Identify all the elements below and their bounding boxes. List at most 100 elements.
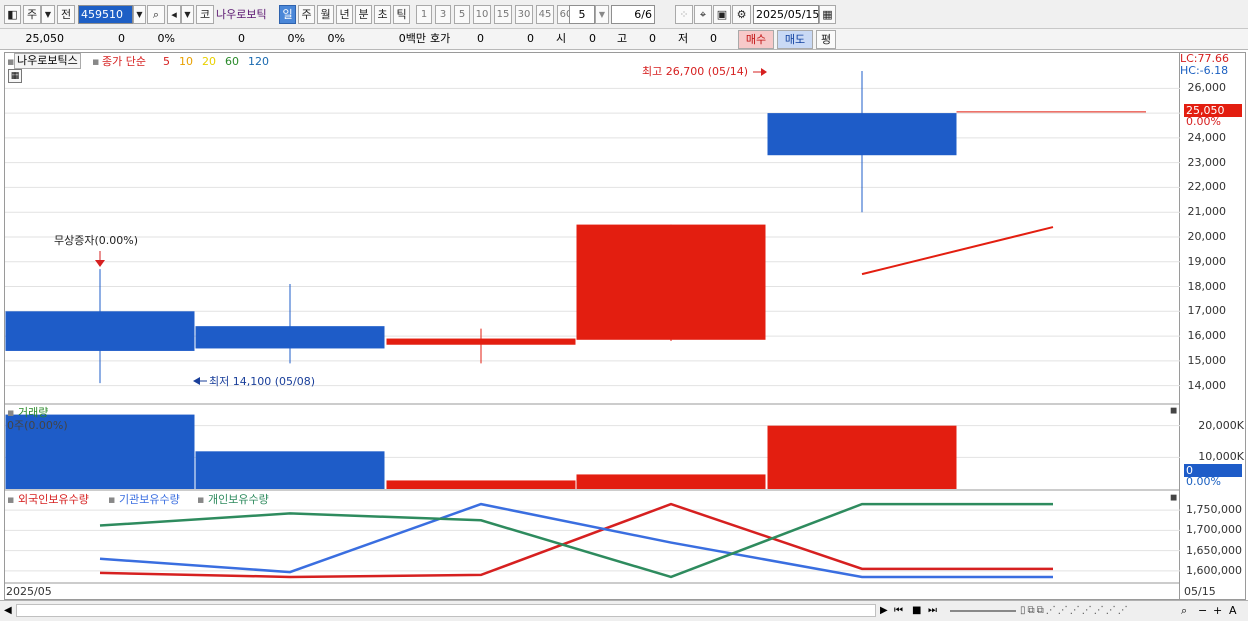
interval-button[interactable]: 45 — [536, 5, 554, 24]
stop-icon[interactable]: ■ — [912, 602, 921, 619]
ma-period-label: 120 — [248, 55, 269, 68]
zoom-in-icon[interactable]: + — [1213, 602, 1222, 619]
price-tick-label: 18,000 — [1187, 279, 1227, 293]
code-dropdown-icon[interactable]: ▼ — [133, 5, 146, 24]
buy-button[interactable]: 매수 — [738, 30, 774, 49]
legend-stock-name[interactable]: 나우로보틱스 — [14, 53, 81, 69]
right-axis: LC:77.66 HC:-6.18 26,00025,00024,00023,0… — [1180, 52, 1246, 600]
pane-maximize-icon[interactable]: ◼ — [1170, 490, 1177, 507]
volume-bar — [195, 451, 385, 489]
interval-button[interactable]: 5 — [454, 5, 470, 24]
volume-bar — [386, 480, 576, 489]
interval-button[interactable]: 30 — [515, 5, 533, 24]
low-label: 저 — [678, 32, 689, 45]
count-input[interactable]: 5 — [569, 5, 595, 24]
period-button[interactable]: 주 — [298, 5, 315, 24]
hoga-value-1: 0 — [477, 32, 484, 45]
period-button[interactable]: 년 — [336, 5, 353, 24]
interval-button[interactable]: 15 — [494, 5, 512, 24]
price-tick-label: 26,000 — [1187, 81, 1227, 95]
high-label: 고 — [617, 32, 628, 45]
price-change: 0 — [118, 32, 125, 45]
interval-button[interactable]: 3 — [435, 5, 451, 24]
period-button[interactable]: 분 — [355, 5, 372, 24]
change-percent: 0% — [157, 32, 175, 45]
zoom-search-icon[interactable]: ⌕ — [1181, 602, 1187, 619]
compare-icon[interactable]: ⁘ — [675, 5, 693, 24]
holding-tick-label: 1,750,000 — [1186, 503, 1242, 517]
zoom-out-icon[interactable]: − — [1198, 602, 1207, 619]
interval-button[interactable]: 10 — [473, 5, 491, 24]
drawing-tools-icons[interactable]: ▯⧉⧉⋰⋰⋰⋰⋰⋰⋰ — [1020, 602, 1130, 619]
hoga-value-2: 0 — [527, 32, 534, 45]
hc-label: HC:-6.18 — [1180, 64, 1229, 77]
rewind-icon[interactable]: ⏮ — [894, 602, 903, 619]
period-button[interactable]: 일 — [279, 5, 296, 24]
type-selector[interactable]: 주 — [23, 5, 41, 24]
market-label[interactable]: 코 — [196, 5, 214, 24]
period-button[interactable]: 틱 — [393, 5, 410, 24]
period-button[interactable]: 월 — [317, 5, 334, 24]
legend-marker-icon: ▪ — [7, 493, 15, 506]
price-tick-label: 20,000 — [1187, 229, 1227, 243]
horizontal-scrollbar[interactable] — [16, 604, 876, 617]
low-value: 0 — [710, 32, 717, 45]
price-tick-label: 14,000 — [1187, 378, 1227, 392]
pane-maximize-icon[interactable]: ◼ — [1170, 403, 1177, 420]
low-arrow-head — [193, 377, 200, 385]
legend-marker-icon: ▪ — [108, 493, 116, 506]
event-marker — [95, 260, 105, 267]
holding-legend-label: 외국인보유수량 — [18, 493, 89, 506]
panel-toggle-icon[interactable]: ◧ — [4, 5, 21, 24]
date-input[interactable]: 2025/05/15 — [753, 5, 819, 24]
candle-body — [195, 326, 385, 349]
candle-body — [5, 311, 195, 351]
stock-name: 나우로보틱 — [216, 8, 267, 21]
page-input[interactable]: 6/6 — [611, 5, 655, 24]
candle-body — [767, 113, 957, 156]
speaker-dropdown-icon[interactable]: ▼ — [181, 5, 194, 24]
prev-button[interactable]: 전 — [57, 5, 75, 24]
volume-value: 0 — [238, 32, 245, 45]
eval-button[interactable]: 평 — [816, 30, 836, 49]
open-label: 시 — [556, 32, 567, 45]
price-tick-label: 17,000 — [1187, 304, 1227, 318]
save-icon[interactable]: ▣ — [713, 5, 731, 24]
ma-period-label: 10 — [179, 55, 193, 68]
chart-svg[interactable]: 최고 26,700 (05/14) 최저 14,100 (05/08) 무상증자(0… — [5, 53, 1181, 601]
settings-gear-icon[interactable]: ⚙ — [732, 5, 751, 24]
grid-table-icon[interactable]: ▦ — [8, 69, 22, 83]
type-dropdown-icon[interactable]: ▼ — [41, 5, 55, 24]
volume-current-pct: 0.00% — [1186, 475, 1221, 488]
holding-legend-label: 기관보유수량 — [119, 493, 180, 506]
speaker-icon[interactable]: ◂ — [167, 5, 181, 24]
volume-tick-label: 20,000K — [1198, 418, 1244, 432]
period-button[interactable]: 초 — [374, 5, 391, 24]
high-price-annotation: 최고 26,700 (05/14) — [642, 65, 748, 78]
crosshair-icon[interactable]: ⌖ — [694, 5, 712, 24]
legend-marker-icon: ▪ — [197, 493, 205, 506]
calendar-icon[interactable]: ▦ — [819, 5, 836, 24]
current-price: 25,050 — [25, 32, 65, 45]
holding-tick-label: 1,700,000 — [1186, 523, 1242, 537]
legend-marker-icon: ▪ — [92, 55, 100, 68]
chart-area[interactable]: 최고 26,700 (05/14) 최저 14,100 (05/08) 무상증자(0… — [4, 52, 1181, 601]
ma-period-label: 5 — [163, 55, 170, 68]
zoom-slider[interactable] — [950, 610, 1016, 612]
legend-ma-label: 종가 단순 — [102, 55, 146, 68]
bottom-toolbar: ◀ ▶ ⏮ ■ ⏭ ▯⧉⧉⋰⋰⋰⋰⋰⋰⋰ ⌕ − + A — [0, 600, 1248, 621]
stock-code-input[interactable]: 459510 — [78, 5, 133, 24]
hoga-label: 호가 — [430, 32, 451, 45]
holding-tick-label: 1,600,000 — [1186, 563, 1242, 577]
search-icon[interactable]: ⌕ — [147, 5, 165, 24]
sell-button[interactable]: 매도 — [777, 30, 813, 49]
scroll-left-icon[interactable]: ◀ — [4, 602, 12, 619]
auto-scale-icon[interactable]: A — [1229, 602, 1237, 619]
price-tick-label: 16,000 — [1187, 329, 1227, 343]
volume-tick-label: 10,000K — [1198, 450, 1244, 464]
fast-forward-icon[interactable]: ⏭ — [928, 602, 937, 619]
count-dropdown-icon[interactable]: ▼ — [595, 5, 609, 24]
interval-button[interactable]: 1 — [416, 5, 432, 24]
x-axis-start-date: 2025/05 — [6, 585, 52, 598]
scroll-right-icon[interactable]: ▶ — [880, 602, 888, 619]
